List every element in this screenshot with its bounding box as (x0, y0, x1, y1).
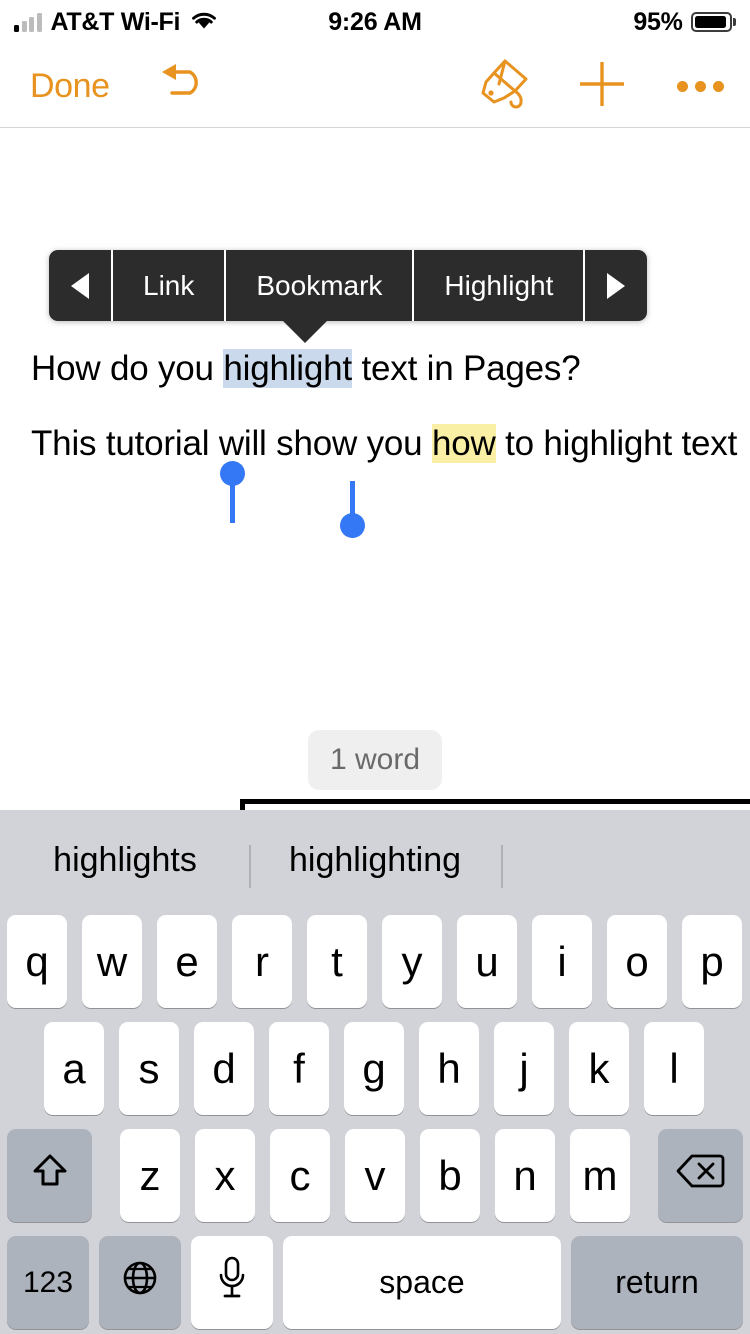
key-u[interactable]: u (457, 915, 517, 1008)
keyboard-row-4: 123 space return (0, 1231, 750, 1334)
done-button[interactable]: Done (30, 44, 110, 128)
key-t[interactable]: t (307, 915, 367, 1008)
ellipsis-icon (676, 80, 688, 92)
pages-document-editor-screen: AT&T Wi-Fi 9:26 AM 95% Done Link Bookmar… (0, 0, 750, 1334)
on-screen-keyboard: highlights highlighting q w e r t y u i … (0, 810, 750, 1334)
plus-icon (576, 58, 628, 115)
key-f[interactable]: f (269, 1022, 329, 1115)
key-e[interactable]: e (157, 915, 217, 1008)
battery-percent-label: 95% (633, 7, 683, 36)
document-canvas[interactable]: Link Bookmark Highlight How do you highl… (0, 129, 750, 789)
key-b[interactable]: b (420, 1129, 480, 1222)
key-g[interactable]: g (344, 1022, 404, 1115)
ellipsis-icon-dot2 (694, 80, 706, 92)
key-o[interactable]: o (607, 915, 667, 1008)
numbers-key[interactable]: 123 (7, 1236, 89, 1329)
more-options-button[interactable] (668, 44, 732, 128)
globe-key[interactable] (99, 1236, 181, 1329)
key-p[interactable]: p (682, 915, 742, 1008)
context-menu-next-button[interactable] (583, 250, 648, 321)
key-v[interactable]: v (345, 1129, 405, 1222)
key-q[interactable]: q (7, 915, 67, 1008)
paragraph-2-suffix: to highlight text (495, 424, 738, 463)
key-n[interactable]: n (495, 1129, 555, 1222)
key-h[interactable]: h (419, 1022, 479, 1115)
context-menu-prev-button[interactable] (49, 250, 111, 321)
suggestion-item-1[interactable]: highlighting (250, 810, 500, 910)
paragraph-1-suffix: text in Pages? (351, 349, 581, 388)
key-s[interactable]: s (119, 1022, 179, 1115)
status-bar: AT&T Wi-Fi 9:26 AM 95% (0, 0, 750, 44)
shift-up-arrow-icon (28, 1149, 72, 1203)
format-button[interactable] (468, 44, 538, 128)
backspace-key[interactable] (658, 1129, 743, 1222)
paragraph-2-prefix: This tutorial will show you (31, 424, 432, 463)
key-c[interactable]: c (270, 1129, 330, 1222)
keyboard-row-1: q w e r t y u i o p (0, 910, 750, 1013)
word-count-badge[interactable]: 1 word (308, 730, 442, 790)
battery-icon (690, 12, 736, 32)
keyboard-top-divider (240, 799, 750, 804)
context-menu-item-link[interactable]: Link (111, 250, 225, 321)
key-k[interactable]: k (569, 1022, 629, 1115)
key-z[interactable]: z (120, 1129, 180, 1222)
suggestion-divider-1 (501, 845, 503, 888)
suggestion-item-0[interactable]: highlights (0, 810, 250, 910)
text-context-menu: Link Bookmark Highlight (49, 250, 648, 321)
context-menu-pointer (283, 321, 327, 343)
keyboard-row-3: z x c v b n m (0, 1124, 750, 1227)
key-y[interactable]: y (382, 915, 442, 1008)
globe-language-icon (118, 1256, 162, 1310)
context-menu-item-bookmark[interactable]: Bookmark (224, 250, 413, 321)
key-x[interactable]: x (195, 1129, 255, 1222)
keyboard-row-2: a s d f g h j k l (0, 1017, 750, 1120)
selected-text[interactable]: highlight (223, 349, 352, 388)
clock-label: 9:26 AM (328, 7, 422, 36)
shift-key[interactable] (7, 1129, 92, 1222)
status-bar-right: 95% (633, 0, 736, 44)
context-menu-item-highlight[interactable]: Highlight (412, 250, 584, 321)
space-key[interactable]: space (283, 1236, 561, 1329)
paragraph-1-prefix: How do you (31, 349, 224, 388)
undo-arrow-icon (156, 61, 212, 112)
key-l[interactable]: l (644, 1022, 704, 1115)
highlighted-text[interactable]: how (431, 424, 496, 463)
triangle-left-icon (71, 272, 89, 299)
insert-button[interactable] (570, 44, 634, 128)
document-paragraph-1[interactable]: How do you highlight text in Pages? (31, 349, 581, 389)
key-i[interactable]: i (532, 915, 592, 1008)
document-paragraph-2[interactable]: This tutorial will show you how to highl… (31, 424, 737, 464)
undo-button[interactable] (152, 44, 216, 128)
key-w[interactable]: w (82, 915, 142, 1008)
predictive-suggestion-bar: highlights highlighting (0, 810, 750, 910)
triangle-right-icon (607, 272, 626, 299)
key-j[interactable]: j (494, 1022, 554, 1115)
key-r[interactable]: r (232, 915, 292, 1008)
dictation-key[interactable] (191, 1236, 273, 1329)
paintbrush-icon (474, 57, 532, 116)
ellipsis-icon-dot3 (712, 80, 724, 92)
editor-toolbar: Done (0, 44, 750, 128)
key-m[interactable]: m (570, 1129, 630, 1222)
backspace-delete-icon (675, 1151, 727, 1201)
microphone-icon (215, 1255, 249, 1311)
key-a[interactable]: a (44, 1022, 104, 1115)
return-key[interactable]: return (571, 1236, 743, 1329)
key-d[interactable]: d (194, 1022, 254, 1115)
